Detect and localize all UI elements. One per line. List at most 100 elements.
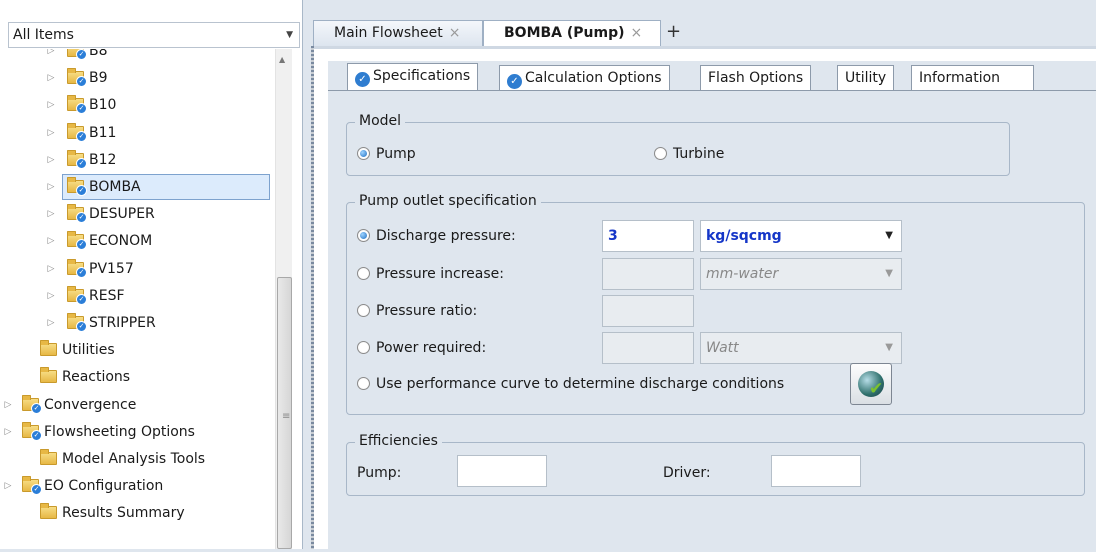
check-circle-icon: ✓ <box>507 74 522 89</box>
tree-item-eo-configuration[interactable]: ▷ ✓ EO Configuration <box>0 473 270 499</box>
expand-icon[interactable]: ▷ <box>2 392 14 418</box>
nav-filter-dropdown[interactable]: All Items ▼ <box>8 22 300 48</box>
tree-item-label: Results Summary <box>62 505 185 522</box>
expand-icon[interactable]: ▷ <box>45 65 57 91</box>
radio-icon <box>357 304 370 317</box>
tree-item-reactions[interactable]: Reactions <box>0 364 270 390</box>
radio-label: Power required: <box>376 340 487 356</box>
tab-main-flowsheet[interactable]: Main Flowsheet × <box>313 20 483 46</box>
expand-icon[interactable]: ▷ <box>2 419 14 445</box>
tab-information[interactable]: Information <box>911 65 1034 91</box>
expand-icon[interactable]: ▷ <box>45 228 57 254</box>
discharge-pressure-radio[interactable]: Discharge pressure: <box>357 226 516 246</box>
radio-icon <box>654 147 667 160</box>
expand-icon[interactable]: ▷ <box>45 49 57 64</box>
driver-efficiency-input[interactable] <box>771 455 861 487</box>
radio-icon <box>357 341 370 354</box>
pressure-increase-input[interactable] <box>602 258 694 290</box>
expand-icon[interactable]: ▷ <box>45 120 57 146</box>
tree-item-b10[interactable]: ▷ ✓ B10 <box>0 92 270 118</box>
expand-icon[interactable]: ▷ <box>45 147 57 173</box>
nav-scrollbar[interactable]: ▲ ≡ <box>275 49 292 549</box>
tree-item-convergence[interactable]: ▷ ✓ Convergence <box>0 392 270 418</box>
expand-icon[interactable]: ▷ <box>45 283 57 309</box>
folder-icon <box>40 449 57 465</box>
dropdown-arrow-icon: ▼ <box>885 268 893 279</box>
tree-item-label: B10 <box>89 97 117 114</box>
grip-icon: ≡ <box>282 411 291 422</box>
status-check-icon: ✓ <box>31 484 42 496</box>
group-legend: Model <box>355 113 406 129</box>
pressure-increase-radio[interactable]: Pressure increase: <box>357 264 504 284</box>
expand-icon[interactable]: ▷ <box>2 473 14 499</box>
tree-item-bomba[interactable]: ▷ ✓ BOMBA <box>0 174 270 200</box>
subtab-label: Information <box>919 70 1001 86</box>
tree-item-flowsheeting-options[interactable]: ▷ ✓ Flowsheeting Options <box>0 419 270 445</box>
tree-item-b11[interactable]: ▷ ✓ B11 <box>0 120 270 146</box>
tree-item-desuper[interactable]: ▷ ✓ DESUPER <box>0 201 270 227</box>
tab-specifications[interactable]: ✓ Specifications <box>347 63 479 91</box>
turbine-radio[interactable]: Turbine <box>654 144 724 164</box>
tree-item-label: B8 <box>89 49 108 59</box>
tab-calculation-options[interactable]: ✓ Calculation Options <box>499 65 670 91</box>
pressure-increase-unit-select[interactable]: mm-water ▼ <box>700 258 902 290</box>
pump-efficiency-label: Pump: <box>357 465 402 481</box>
tab-bomba-pump[interactable]: BOMBA (Pump) × <box>483 20 661 46</box>
performance-curve-radio[interactable]: Use performance curve to determine disch… <box>357 374 784 394</box>
tree-item-label: DESUPER <box>89 206 155 223</box>
folder-icon <box>40 503 57 520</box>
power-required-radio[interactable]: Power required: <box>357 338 486 358</box>
discharge-pressure-unit-select[interactable]: kg/sqcmg ▼ <box>700 220 902 252</box>
tree-item-b8[interactable]: ▷ ✓ B8 <box>0 49 270 64</box>
tree-item-b12[interactable]: ▷ ✓ B12 <box>0 147 270 173</box>
pressure-ratio-input[interactable] <box>602 295 694 327</box>
folder-icon <box>40 340 57 357</box>
radio-selected-icon <box>357 147 370 160</box>
tab-utility[interactable]: Utility <box>837 65 895 91</box>
expand-icon[interactable]: ▷ <box>45 174 57 200</box>
tree-item-stripper[interactable]: ▷ ✓ STRIPPER <box>0 310 270 336</box>
pressure-ratio-radio[interactable]: Pressure ratio: <box>357 301 477 321</box>
tree-item-label: Utilities <box>62 342 115 359</box>
performance-curve-button[interactable]: ✔ <box>850 363 892 405</box>
tree-item-model-analysis-tools[interactable]: Model Analysis Tools <box>0 446 270 472</box>
tree-item-label: B11 <box>89 124 117 141</box>
tree-item-results-summary[interactable]: Results Summary <box>0 500 270 526</box>
scroll-up-icon[interactable]: ▲ <box>279 55 285 64</box>
add-tab-button[interactable]: + <box>666 22 681 42</box>
status-check-icon: ✓ <box>31 402 42 414</box>
status-check-icon: ✓ <box>76 212 87 224</box>
power-required-input[interactable] <box>602 332 694 364</box>
status-check-icon: ✓ <box>76 103 87 115</box>
tree-item-b9[interactable]: ▷ ✓ B9 <box>0 65 270 91</box>
status-check-icon: ✓ <box>76 266 87 278</box>
tree-item-resf[interactable]: ▷ ✓ RESF <box>0 283 270 309</box>
unit-value: mm-water <box>706 266 779 282</box>
model-group: Model Pump Turbine <box>346 113 1010 176</box>
pump-radio[interactable]: Pump <box>357 144 416 164</box>
tree-item-utilities[interactable]: Utilities <box>0 337 270 363</box>
subtab-label: Utility <box>845 70 887 86</box>
expand-icon[interactable]: ▷ <box>45 256 57 282</box>
tab-flash-options[interactable]: Flash Options <box>700 65 812 91</box>
tree-item-pv157[interactable]: ▷ ✓ PV157 <box>0 256 270 282</box>
pump-efficiency-input[interactable] <box>457 455 547 487</box>
expand-icon[interactable]: ▷ <box>45 201 57 227</box>
expand-icon[interactable]: ▷ <box>45 92 57 118</box>
tree-item-label: B12 <box>89 151 117 168</box>
subtab-divider <box>328 90 1096 91</box>
folder-icon <box>40 367 57 384</box>
radio-label: Pump <box>376 146 416 162</box>
radio-label: Discharge pressure: <box>376 228 516 244</box>
tree-item-econom[interactable]: ▷ ✓ ECONOM <box>0 228 270 254</box>
tree-item-label: RESF <box>89 287 125 304</box>
group-legend: Efficiencies <box>355 433 442 449</box>
close-icon[interactable]: × <box>449 25 461 41</box>
power-required-unit-select[interactable]: Watt ▼ <box>700 332 902 364</box>
tree-item-label: Convergence <box>44 396 137 413</box>
scrollbar-thumb[interactable]: ≡ <box>277 277 292 549</box>
discharge-pressure-input[interactable]: 3 <box>602 220 694 252</box>
close-icon[interactable]: × <box>631 25 643 41</box>
chevron-down-icon[interactable]: ▼ <box>286 23 293 47</box>
expand-icon[interactable]: ▷ <box>45 310 57 336</box>
